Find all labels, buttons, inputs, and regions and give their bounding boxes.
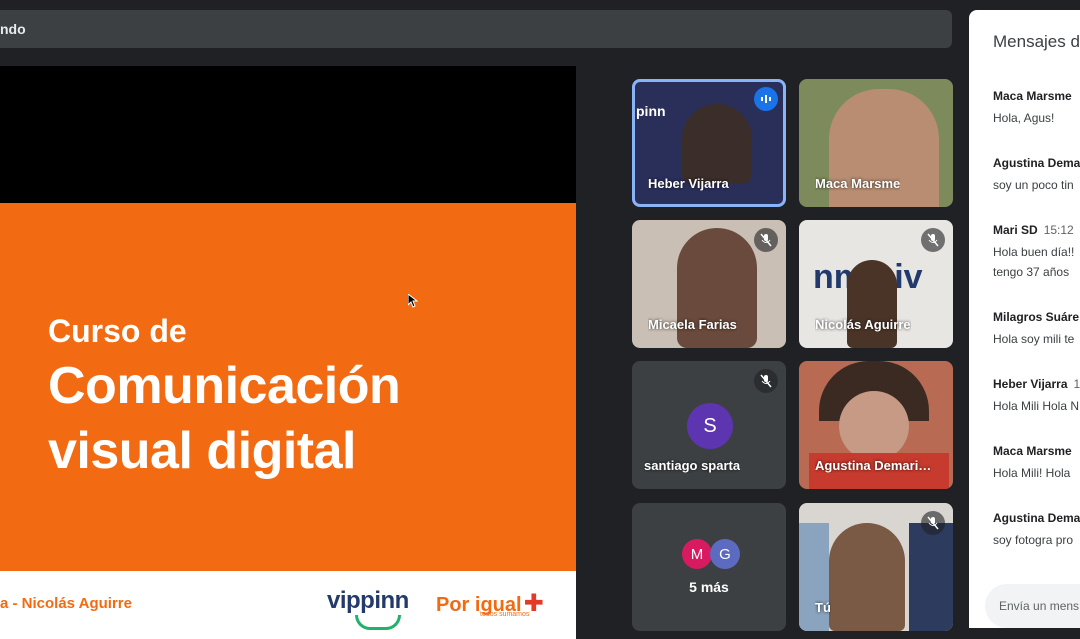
chat-message: Maca Marsme Hola Mili! Hola: [993, 442, 1078, 480]
participant-tile-heber[interactable]: pinn Heber Vijarra: [632, 79, 786, 207]
participant-name: Micaela Farias: [648, 317, 737, 332]
avatar: M: [682, 539, 712, 569]
mic-off-icon: [754, 228, 778, 252]
message-text: soy un poco tin: [993, 178, 1080, 192]
message-text: Hola Mili! Hola: [993, 466, 1078, 480]
participant-name: Tú: [815, 600, 831, 615]
message-text: Hola, Agus!: [993, 111, 1078, 125]
avatar: S: [687, 403, 733, 449]
participant-tile-agustina[interactable]: Agustina Demari…: [799, 361, 953, 489]
participant-tile-santiago[interactable]: S santiago sparta: [632, 361, 786, 489]
message-text: soy fotogra pro: [993, 533, 1080, 547]
meeting-title-bar: ndo: [0, 10, 952, 48]
message-sender: Maca Marsme: [993, 444, 1072, 458]
participant-tile-micaela[interactable]: Micaela Farias: [632, 220, 786, 348]
more-participants-tile[interactable]: M G 5 más: [632, 503, 786, 631]
participant-video: [829, 523, 905, 631]
participant-name: Heber Vijarra: [648, 176, 729, 191]
participant-name: santiago sparta: [644, 458, 740, 473]
participant-tile-maca[interactable]: Maca Marsme: [799, 79, 953, 207]
message-sender: Milagros Suáre: [993, 310, 1079, 324]
chat-message-input[interactable]: Envía un mens: [985, 584, 1080, 628]
participant-video: [682, 104, 752, 184]
avatar: G: [710, 539, 740, 569]
participant-tile-self[interactable]: Tú: [799, 503, 953, 631]
chat-panel: Mensajes d Maca Marsme Hola, Agus! Agust…: [969, 10, 1080, 628]
background-poster: [909, 523, 953, 631]
chat-message: Agustina Dema soy fotogra pro: [993, 509, 1080, 547]
mic-off-icon: [754, 369, 778, 393]
chat-message: Agustina Dema soy un poco tin: [993, 154, 1080, 192]
participant-name: Nicolás Aguirre: [815, 317, 911, 332]
message-sender: Agustina Dema: [993, 511, 1080, 525]
message-text: Hola soy mili te: [993, 332, 1080, 346]
chat-message: Milagros Suáre Hola soy mili te: [993, 308, 1080, 346]
message-time: 15:12: [1044, 223, 1074, 237]
porigual-logo: Por igual✚ todos sumamos: [436, 589, 544, 618]
message-sender: Mari SD: [993, 223, 1038, 237]
participant-name: Maca Marsme: [815, 176, 900, 191]
mic-off-icon: [921, 511, 945, 535]
pinn-brand-text: pinn: [636, 103, 666, 119]
porigual-tagline: todos sumamos: [480, 611, 529, 618]
participant-name: Agustina Demari…: [815, 458, 931, 473]
message-sender: Maca Marsme: [993, 89, 1072, 103]
chat-message: Maca Marsme Hola, Agus!: [993, 87, 1078, 125]
message-time: 1: [1074, 377, 1080, 391]
mouse-cursor-icon: [408, 294, 418, 308]
slide-title-line2: Comunicación: [48, 356, 400, 416]
presentation-area: Curso de Comunicación visual digital a -…: [0, 66, 576, 628]
meeting-title: ndo: [0, 21, 26, 37]
slide-title-line1: Curso de: [48, 313, 187, 350]
chat-message: Heber Vijarra 1 Hola Mili Hola N: [993, 375, 1080, 413]
presentation-slide: Curso de Comunicación visual digital a -…: [0, 203, 576, 639]
vippinn-logo-text: vippinn: [327, 587, 409, 614]
chat-input-placeholder: Envía un mens: [999, 599, 1079, 613]
slide-footer-text: a - Nicolás Aguirre: [0, 595, 132, 612]
participant-video: [839, 391, 909, 461]
participant-tile-nicolas[interactable]: nm qiv Nicolás Aguirre: [799, 220, 953, 348]
message-text: Hola buen día!!: [993, 245, 1074, 259]
message-text: Hola Mili Hola N: [993, 399, 1080, 413]
slide-title-panel: Curso de Comunicación visual digital: [0, 203, 576, 571]
chat-message: Mari SD 15:12 Hola buen día!! tengo 37 añ…: [993, 221, 1074, 279]
more-participants-label: 5 más: [632, 579, 786, 595]
mic-off-icon: [921, 228, 945, 252]
message-text: tengo 37 años: [993, 265, 1074, 279]
message-sender: Agustina Dema: [993, 156, 1080, 170]
vippinn-logo: vippinn: [327, 587, 409, 615]
speaking-indicator-icon: [754, 87, 778, 111]
slide-title-line3: visual digital: [48, 421, 356, 481]
participant-video: [847, 260, 897, 348]
message-sender: Heber Vijarra: [993, 377, 1068, 391]
chat-title: Mensajes d: [993, 32, 1080, 52]
